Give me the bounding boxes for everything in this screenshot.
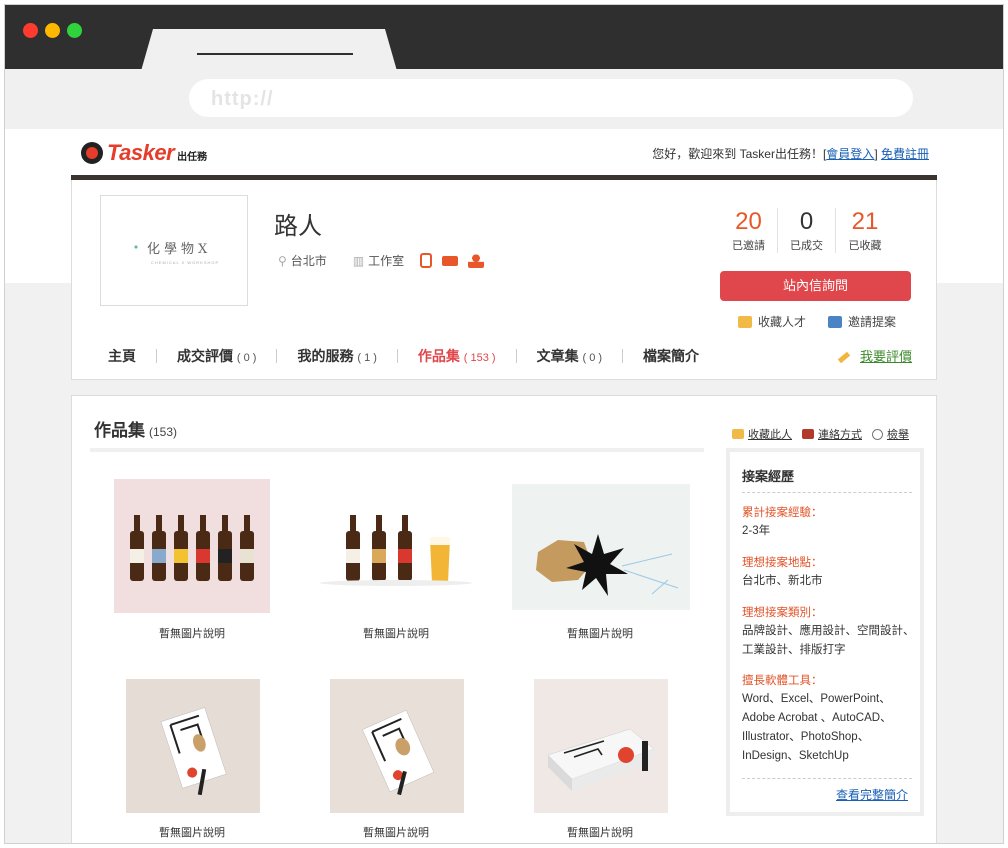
portfolio-image-abstract-poster[interactable] [512, 484, 690, 610]
portfolio-image-beer-glass[interactable] [318, 479, 474, 613]
rate-link[interactable]: 我要評價 [837, 346, 912, 365]
pencil-icon [837, 351, 851, 364]
profile-name: 路人 [274, 213, 322, 240]
portfolio-count: (153) [149, 425, 178, 439]
portfolio-image-business-card-2[interactable] [330, 679, 464, 813]
greeting: 您好，歡迎來到 Tasker出任務！[會員登入] 免費註冊 [652, 147, 929, 161]
stat-invited: 20 已邀請 [720, 208, 778, 253]
profile-card: 化學物X CHEMICAL X WORKSHOP 路人 ⚲ 台北市 ▥ 工作室 … [71, 180, 937, 380]
stat-collected: 21 已收藏 [848, 208, 882, 252]
browser-tab[interactable] [141, 29, 397, 71]
address-text: http:// [211, 88, 274, 110]
experience-panel: 接案經歷 累計接案經驗： 2-3年 理想接案地點： 台北市、新北市 理想接案類別… [726, 448, 924, 816]
report-ban-icon [872, 428, 883, 440]
profile-actions: 收藏人才 邀請提案 [738, 313, 896, 330]
minimize-window-button[interactable] [45, 23, 60, 38]
building-icon: ▥ [352, 253, 365, 268]
profile-type: 工作室 [368, 254, 405, 268]
tab-home[interactable]: 主頁 [108, 346, 136, 366]
greeting-text: 您好，歡迎來到 Tasker出任務！ [652, 147, 823, 161]
logo-subtext: 出任務 [177, 152, 208, 163]
profile-stats: 20 已邀請 0 已成交 21 已收藏 [720, 208, 894, 253]
collect-person-link[interactable]: 收藏此人 [748, 426, 792, 442]
portfolio-caption: 暫無圖片說明 [567, 628, 633, 640]
experience-key: 理想接案類別： [742, 607, 823, 619]
browser-window: http:// Tasker 出任務 您好，歡迎來到 Tasker出任務！[會員… [4, 4, 1004, 844]
tab-services[interactable]: 我的服務 ( 1 ) [297, 346, 376, 366]
experience-value: 台北市、新北市 [742, 575, 823, 587]
experience-value: 品牌設計、應用設計、空間設計、工業設計、排版打字 [742, 625, 915, 656]
experience-value: 2-3年 [742, 525, 771, 537]
tab-profile-intro[interactable]: 檔案簡介 [643, 346, 699, 366]
experience-title: 接案經歷 [742, 469, 795, 484]
tab-reviews[interactable]: 成交評價 ( 0 ) [177, 346, 256, 366]
identity-verified-icon [468, 253, 485, 268]
register-link[interactable]: 免費註冊 [881, 147, 929, 161]
avatar: 化學物X CHEMICAL X WORKSHOP [100, 195, 248, 306]
login-link[interactable]: 會員登入 [826, 147, 874, 161]
experience-key: 累計接案經驗： [742, 507, 823, 519]
site-logo[interactable]: Tasker 出任務 [81, 140, 207, 166]
folder-icon [738, 315, 752, 328]
maximize-window-button[interactable] [67, 23, 82, 38]
experience-value: Word、Excel、PowerPoint、Adobe Acrobat 、Aut… [742, 693, 892, 762]
report-link[interactable]: 檢舉 [887, 426, 909, 442]
experience-key: 擅長軟體工具： [742, 675, 823, 687]
tab-articles[interactable]: 文章集 ( 0 ) [537, 346, 602, 366]
stat-deals: 0 已成交 [778, 208, 836, 253]
phone-verified-icon [420, 253, 433, 268]
experience-divider-bottom [742, 778, 912, 779]
portfolio-section: 作品集 (153) 暫無圖片說明 暫無圖片說明 暫無圖片說明 暫無圖片說明 暫無… [71, 395, 937, 843]
logo-icon [81, 142, 103, 164]
avatar-subtext: CHEMICAL X WORKSHOP [151, 260, 220, 265]
portfolio-caption: 暫無圖片說明 [363, 628, 429, 640]
contact-book-icon [802, 429, 814, 439]
portfolio-caption: 暫無圖片說明 [159, 827, 225, 839]
tab-portfolio[interactable]: 作品集 ( 153 ) [418, 346, 496, 366]
avatar-dots-icon [133, 244, 139, 250]
logo-text: Tasker [107, 140, 175, 165]
card-verified-icon [442, 255, 459, 266]
inquire-button[interactable]: 站內信詢問 [720, 271, 911, 301]
portfolio-image-beer-bottles[interactable] [114, 479, 270, 613]
experience-divider [742, 492, 912, 493]
profile-meta: ⚲ 台北市 ▥ 工作室 [278, 252, 485, 269]
browser-titlebar [5, 5, 1003, 71]
contact-link[interactable]: 連絡方式 [818, 426, 862, 442]
portfolio-caption: 暫無圖片說明 [567, 827, 633, 839]
invite-proposal-button[interactable]: 邀請提案 [848, 313, 896, 330]
profile-nav: 主頁 成交評價 ( 0 ) 我的服務 ( 1 ) 作品集 ( 153 ) 文章集… [108, 346, 699, 366]
collect-talent-button[interactable]: 收藏人才 [758, 313, 806, 330]
tab-title-placeholder [197, 53, 353, 55]
profile-quick-actions: 收藏此人 連絡方式 檢舉 [732, 426, 909, 442]
experience-key: 理想接案地點： [742, 557, 823, 569]
portfolio-caption: 暫無圖片說明 [363, 827, 429, 839]
portfolio-divider [90, 448, 704, 452]
people-icon [828, 315, 843, 328]
profile-location: 台北市 [290, 254, 327, 268]
web-page: Tasker 出任務 您好，歡迎來到 Tasker出任務！[會員登入] 免費註冊… [5, 129, 1003, 843]
portfolio-title: 作品集 (153) [94, 421, 178, 440]
portfolio-image-card-stack[interactable] [534, 679, 668, 813]
view-full-profile-link[interactable]: 查看完整簡介 [836, 786, 908, 803]
location-pin-icon: ⚲ [278, 253, 287, 268]
close-window-button[interactable] [23, 23, 38, 38]
portfolio-caption: 暫無圖片說明 [159, 628, 225, 640]
portfolio-image-business-card[interactable] [126, 679, 260, 813]
folder-icon [732, 429, 744, 439]
avatar-text: 化學物X [147, 242, 212, 257]
address-bar[interactable]: http:// [189, 79, 913, 117]
